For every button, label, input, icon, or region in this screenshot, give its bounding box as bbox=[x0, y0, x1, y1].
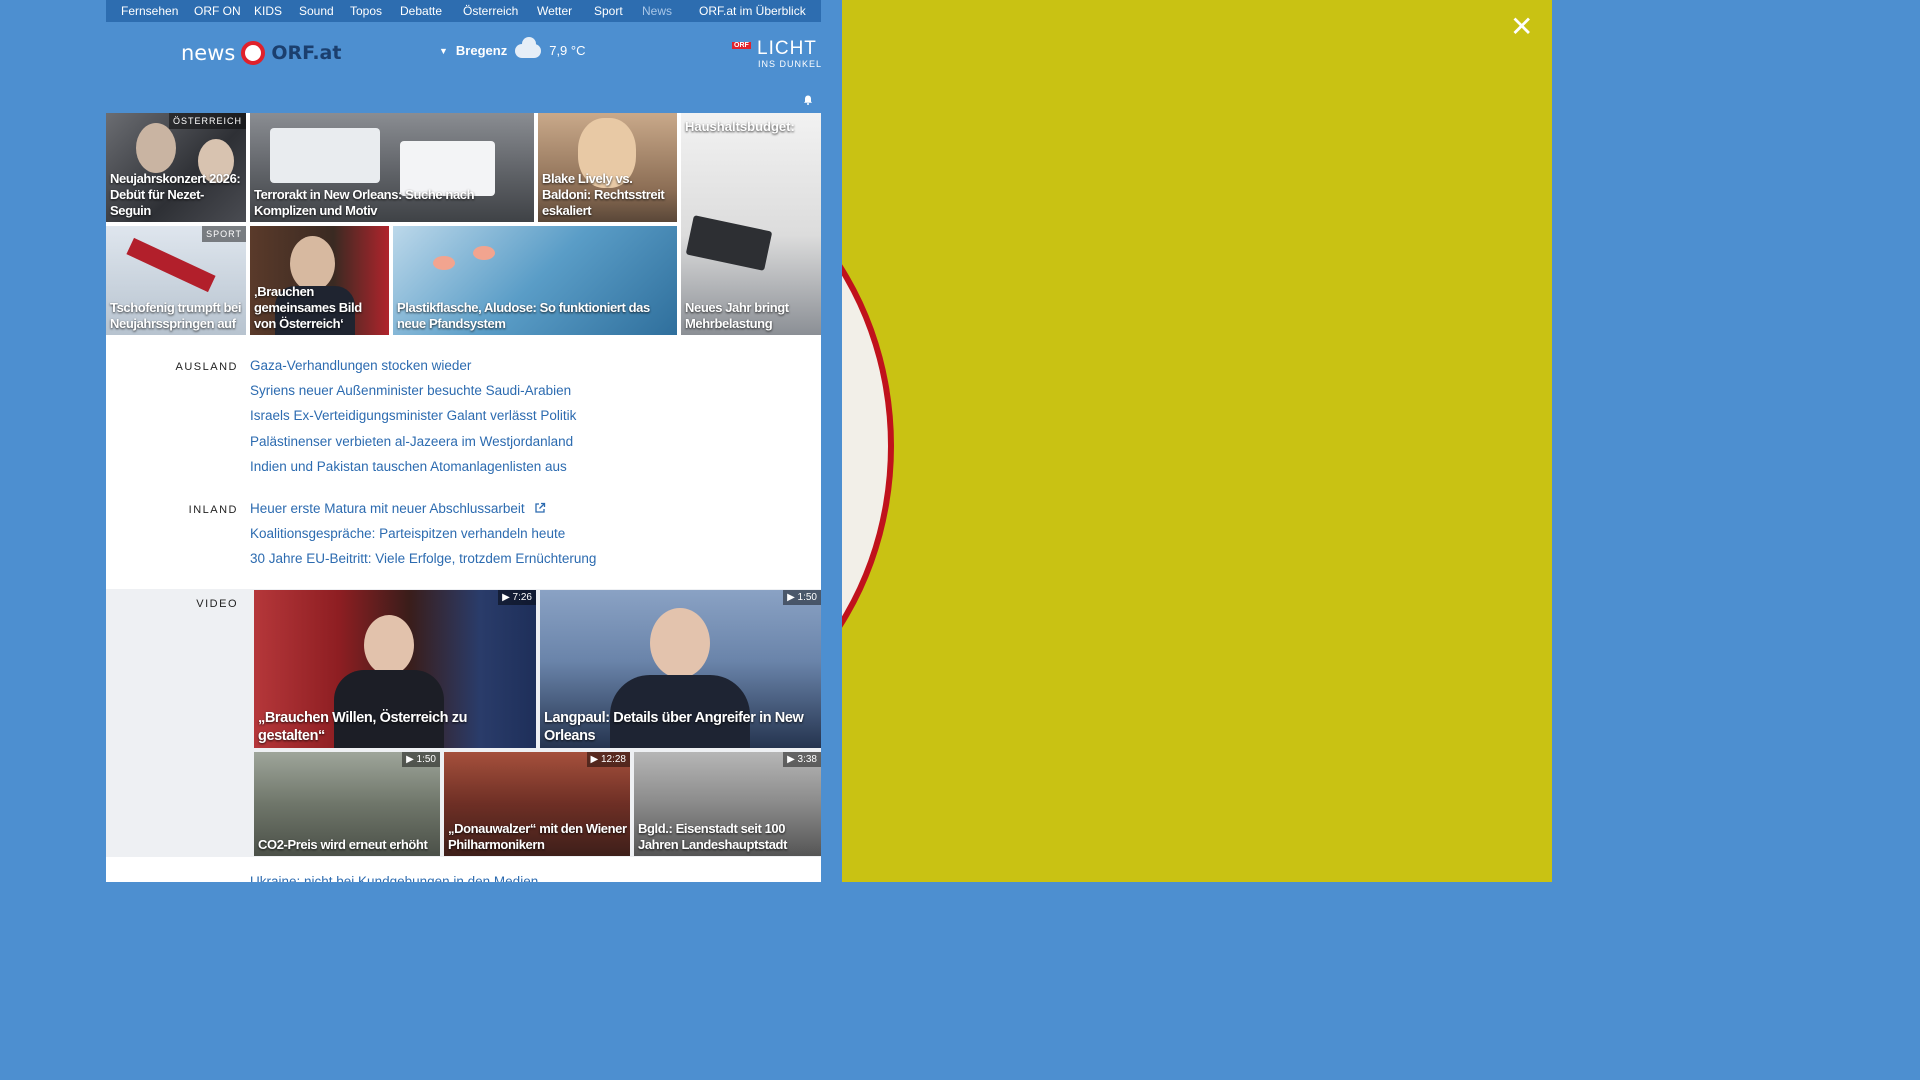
nav-wetter[interactable]: Wetter bbox=[537, 4, 572, 18]
teaser-caption: ‚Brauchen gemeinsames Bild von Österreic… bbox=[254, 284, 362, 331]
campaign-title: LICHT bbox=[757, 38, 817, 59]
site-header: news ORF.at ▼ Bregenz 7,9 °C ORF LICHT I… bbox=[106, 22, 821, 85]
section-label-inland: INLAND bbox=[188, 504, 238, 516]
headline-link[interactable]: Heuer erste Matura mit neuer Abschlussar… bbox=[250, 501, 546, 516]
dropdown-triangle-icon: ▼ bbox=[439, 45, 448, 56]
headline-link[interactable]: Palästinenser verbieten al-Jazeera im We… bbox=[250, 434, 573, 449]
headline-link[interactable]: Koalitionsgespräche: Parteispitzen verha… bbox=[250, 526, 565, 541]
nav-topos[interactable]: Topos bbox=[350, 4, 382, 18]
orf-badge: ORF bbox=[732, 42, 751, 49]
video-tile[interactable]: ▶ 12:28 „Donauwalzer“ mit den Wiener Phi… bbox=[444, 752, 630, 856]
headline-link[interactable]: Gaza-Verhandlungen stocken wieder bbox=[250, 358, 471, 373]
category-tag: SPORT bbox=[202, 226, 246, 242]
teaser-tile[interactable]: SPORT Tschofenig trumpft bei Neujahrsspr… bbox=[106, 226, 246, 335]
close-icon[interactable]: ✕ bbox=[1510, 10, 1533, 43]
nav-oesterreich[interactable]: Österreich bbox=[463, 4, 518, 18]
teaser-tile[interactable]: Blake Lively vs. Baldoni: Rechtsstreit e… bbox=[538, 113, 677, 222]
teaser-caption: Tschofenig trumpft bei Neujahrsspringen … bbox=[110, 300, 242, 331]
category-tag: ÖSTERREICH bbox=[168, 113, 246, 129]
video-tile[interactable]: ▶ 1:50 Langpaul: Details über Angreifer … bbox=[540, 590, 821, 748]
teaser-tile[interactable]: Haushaltsbudget: Neues Jahr bringt Mehrb… bbox=[681, 113, 821, 335]
section-label-video: VIDEO bbox=[196, 598, 238, 610]
nav-sound[interactable]: Sound bbox=[299, 4, 334, 18]
weather-location: Bregenz bbox=[455, 43, 508, 58]
teaser-tile[interactable]: ‚Brauchen gemeinsames Bild von Österreic… bbox=[250, 226, 389, 335]
video-duration: ▶ 3:38 bbox=[783, 752, 821, 767]
teaser-top-caption: Haushaltsbudget: bbox=[685, 119, 795, 134]
teaser-caption: Blake Lively vs. Baldoni: Rechtsstreit e… bbox=[542, 171, 665, 218]
orf-eye-icon bbox=[241, 41, 266, 65]
video-duration: ▶ 12:28 bbox=[586, 752, 630, 767]
video-tile[interactable]: ▶ 3:38 Bgld.: Eisenstadt seit 100 Jahren… bbox=[634, 752, 821, 856]
news-page: Fernsehen ORF ON KIDS Sound Topos Debatt… bbox=[106, 0, 821, 882]
section-label-ausland: AUSLAND bbox=[175, 361, 238, 373]
teaser-caption: Plastikflasche, Aludose: So funktioniert… bbox=[397, 300, 650, 331]
nav-debatte[interactable]: Debatte bbox=[400, 4, 442, 18]
headline-link[interactable]: 30 Jahre EU-Beitritt: Viele Erfolge, tro… bbox=[250, 551, 596, 566]
video-tile[interactable]: ▶ 1:50 CO2-Preis wird erneut erhöht bbox=[254, 752, 440, 856]
headline-link[interactable]: Ukraine: nicht bei Kundgebungen in den M… bbox=[250, 874, 538, 882]
teaser-tile[interactable]: Terrorakt in New Orleans: Suche nach Kom… bbox=[250, 113, 534, 222]
cloud-icon bbox=[515, 36, 542, 58]
teaser-caption: Terrorakt in New Orleans: Suche nach Kom… bbox=[254, 187, 475, 218]
nav-kids[interactable]: KIDS bbox=[254, 4, 282, 18]
page-edge bbox=[1552, 0, 1568, 882]
nav-sport[interactable]: Sport bbox=[594, 4, 623, 18]
headline-text: Heuer erste Matura mit neuer Abschlussar… bbox=[250, 501, 525, 516]
bell-icon[interactable] bbox=[803, 95, 813, 105]
video-caption: Bgld.: Eisenstadt seit 100 Jahren Landes… bbox=[638, 821, 787, 852]
headline-link[interactable]: Indien und Pakistan tauschen Atomanlagen… bbox=[250, 459, 567, 474]
video-caption: „Brauchen Willen, Österreich zu gestalte… bbox=[258, 710, 468, 744]
news-orf-logo[interactable]: news ORF.at bbox=[181, 38, 341, 68]
campaign-subtitle: INS DUNKEL bbox=[758, 59, 821, 69]
video-caption: CO2-Preis wird erneut erhöht bbox=[258, 837, 428, 852]
teaser-tile[interactable]: ÖSTERREICH Neujahrskonzert 2026: Debüt f… bbox=[106, 113, 246, 222]
video-duration: ▶ 7:26 bbox=[498, 590, 536, 605]
headline-link[interactable]: Israels Ex-Verteidigungsminister Galant … bbox=[250, 408, 576, 423]
nav-overview[interactable]: ORF.at im Überblick bbox=[699, 4, 806, 18]
teaser-caption: Neujahrskonzert 2026: Debüt für Nezet-Se… bbox=[110, 171, 241, 218]
nav-news[interactable]: News bbox=[642, 4, 672, 18]
video-caption: „Donauwalzer“ mit den Wiener Philharmoni… bbox=[448, 821, 627, 852]
video-tile[interactable]: ▶ 7:26 „Brauchen Willen, Österreich zu g… bbox=[254, 590, 536, 748]
weather-widget[interactable]: ▼ Bregenz 7,9 °C bbox=[439, 36, 586, 58]
ad-artwork bbox=[842, 140, 894, 752]
video-duration: ▶ 1:50 bbox=[783, 590, 821, 605]
weather-temperature: 7,9 °C bbox=[549, 43, 586, 58]
nav-fernsehen[interactable]: Fernsehen bbox=[121, 4, 178, 18]
video-caption: Langpaul: Details über Angreifer in New … bbox=[544, 710, 804, 744]
headline-link[interactable]: Syriens neuer Außenminister besuchte Sau… bbox=[250, 383, 571, 398]
logo-site: ORF.at bbox=[271, 42, 342, 64]
sub-bar bbox=[106, 85, 821, 113]
logo-word: news bbox=[181, 41, 236, 65]
external-link-icon bbox=[535, 502, 546, 513]
ad-overlay: ✕ bbox=[842, 0, 1552, 882]
teaser-tile[interactable]: Plastikflasche, Aludose: So funktioniert… bbox=[393, 226, 677, 335]
teaser-caption: Neues Jahr bringt Mehrbelastung bbox=[685, 300, 789, 331]
nav-orf-on[interactable]: ORF ON bbox=[194, 4, 241, 18]
video-duration: ▶ 1:50 bbox=[402, 752, 440, 767]
top-navigation: Fernsehen ORF ON KIDS Sound Topos Debatt… bbox=[106, 0, 821, 22]
